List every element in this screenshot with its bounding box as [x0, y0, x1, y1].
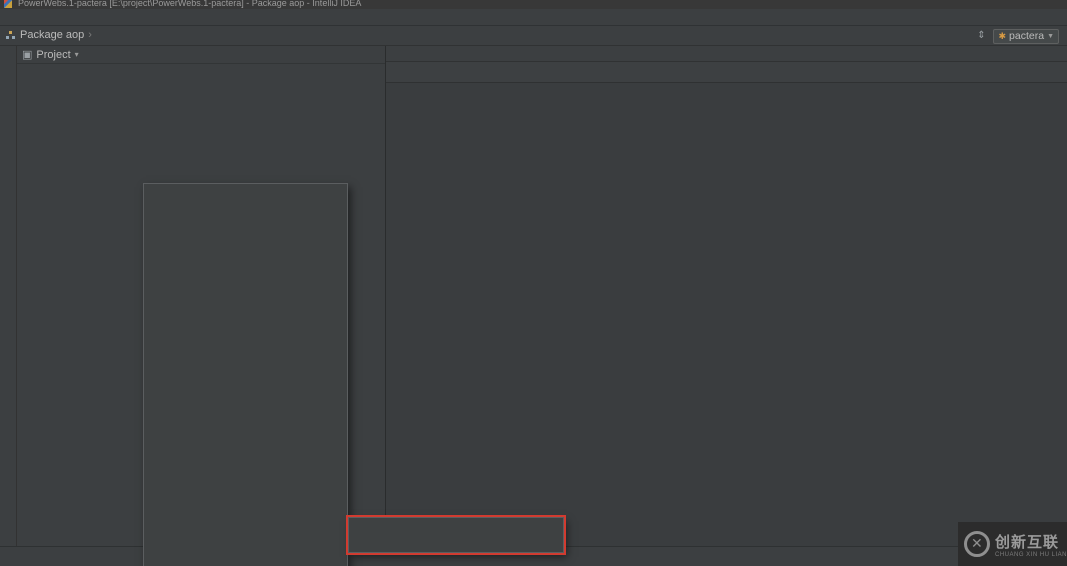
watermark-title: 创新互联 [995, 533, 1060, 551]
diagram-toolbar [386, 62, 1067, 83]
navigation-bar: Package aop › ⇕ ✱ pactera ▼ [0, 27, 1067, 46]
watermark-subtitle: CHUANG XIN HU LIAN [995, 551, 1067, 558]
left-toolwindow-stripe [0, 46, 17, 546]
run-configuration-select[interactable]: ✱ pactera ▼ [993, 28, 1059, 44]
watermark: 创新互联 CHUANG XIN HU LIAN [958, 522, 1067, 566]
breadcrumb[interactable]: Package aop › [6, 29, 92, 41]
project-pane-title[interactable]: Project [36, 49, 70, 61]
main-menu-bar [0, 9, 1067, 26]
tomcat-icon: ✱ [998, 30, 1007, 41]
window-title: PowerWebs.1-pactera [E:\project\PowerWeb… [18, 0, 362, 8]
diagram-icon [6, 30, 16, 40]
title-bar: PowerWebs.1-pactera [E:\project\PowerWeb… [0, 0, 1067, 9]
context-menu [143, 183, 348, 566]
run-configuration-name: pactera [1009, 30, 1045, 42]
breadcrumb-label: Package aop [20, 29, 85, 41]
chevron-down-icon: ▼ [1047, 32, 1054, 40]
chevron-down-icon: ▾ [74, 50, 79, 59]
project-pane-icon: ▣ [22, 49, 33, 61]
diagram-edges [386, 83, 1067, 546]
collapse-windows-icon[interactable]: ⇕ [975, 30, 987, 42]
project-toolwindow-header: ▣ Project ▾ [17, 46, 385, 64]
intellij-window: PowerWebs.1-pactera [E:\project\PowerWeb… [0, 0, 1067, 566]
app-logo-icon [4, 0, 12, 8]
breadcrumb-chevron-icon: › [88, 29, 92, 41]
watermark-logo-icon [964, 531, 990, 557]
diagrams-submenu [346, 515, 566, 555]
uml-diagram-canvas[interactable] [386, 83, 1067, 546]
editor-area [386, 46, 1067, 546]
editor-tab-bar [386, 46, 1067, 62]
run-toolbar: ⇕ ✱ pactera ▼ [975, 28, 1065, 44]
